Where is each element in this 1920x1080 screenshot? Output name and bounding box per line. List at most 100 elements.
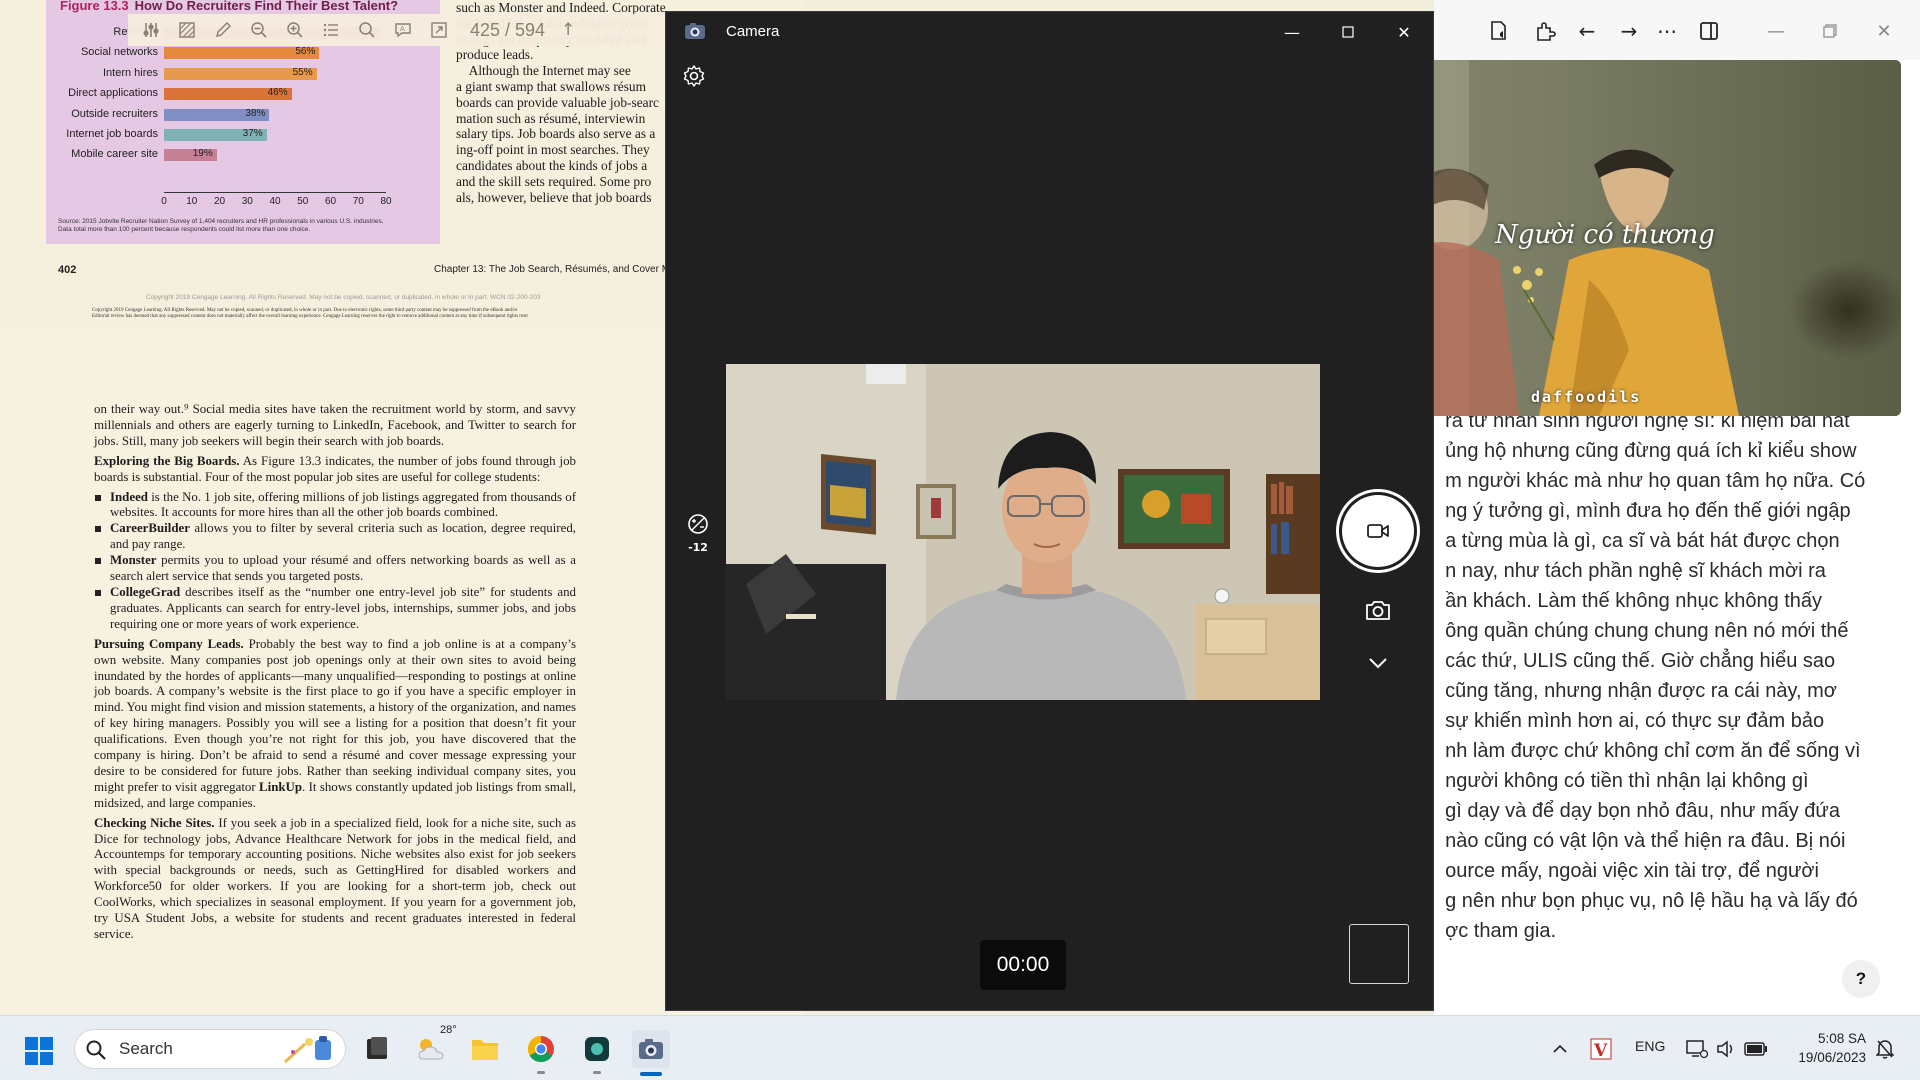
taskbar-chrome-icon[interactable] [522, 1030, 560, 1074]
forward-arrow-icon[interactable]: → [1616, 18, 1642, 44]
taskbar-weather-icon[interactable]: 28° [412, 1024, 457, 1068]
battery-icon[interactable] [1744, 1016, 1768, 1080]
article-line: ng ý tưởng gì, mình đưa họ đến thế giới … [1434, 500, 1851, 522]
list-item-name: CareerBuilder [110, 521, 190, 536]
active-indicator [640, 1072, 662, 1076]
bar-value-label: 56% [295, 46, 316, 58]
more-options-icon[interactable]: ⋯ [1654, 18, 1680, 44]
network-icon[interactable] [1686, 1016, 1708, 1080]
taskbar-app-icon[interactable] [578, 1030, 616, 1074]
restore-icon[interactable] [1810, 18, 1850, 44]
bar-row: Internet job boards 37% [0, 128, 440, 142]
help-button[interactable]: ? [1842, 960, 1880, 998]
list-item: Monster permits you to upload your résum… [94, 553, 576, 585]
input-language[interactable]: ENG [1635, 1038, 1665, 1054]
taskbar-camera-icon[interactable] [632, 1030, 670, 1076]
page-indicator[interactable]: 425 / 594 [470, 20, 545, 41]
bar: 37% [164, 128, 267, 141]
read-aloud-icon[interactable]: A [390, 17, 416, 43]
chapter-footer: Chapter 13: The Job Search, Résumés, and… [434, 264, 671, 275]
windows-start-icon[interactable] [24, 1036, 54, 1066]
maximize-icon[interactable] [1320, 12, 1376, 52]
system-clock[interactable]: 5:08 SA 19/06/2023 [1786, 1029, 1866, 1067]
back-arrow-icon[interactable]: ← [1574, 18, 1600, 44]
notifications-bell-icon[interactable] [1876, 1016, 1894, 1080]
bar-row: Direct applications 46% [0, 87, 440, 101]
copyright-fineprint-line: Editorial review has deemed that any sup… [92, 314, 529, 319]
article-line: a từng mùa là gì, ca sĩ và bát hát được … [1434, 530, 1840, 552]
window-title: Camera [726, 23, 780, 40]
x-tick-label: 0 [161, 196, 167, 207]
section-heading: Checking Niche Sites. [94, 815, 215, 830]
volume-icon[interactable] [1716, 1016, 1736, 1080]
article-line: m người khác mà như họ quan tâm họ nữa. … [1434, 470, 1866, 492]
draw-pen-icon[interactable] [210, 17, 236, 43]
article-line: cũng tăng, nhưng nhận được ra cái này, m… [1434, 680, 1837, 702]
list-item: Indeed is the No. 1 job site, offering m… [94, 490, 576, 522]
taskbar-search-box[interactable]: Search [74, 1029, 346, 1069]
section-heading: Exploring the Big Boards. [94, 453, 240, 468]
record-video-button[interactable] [1336, 489, 1420, 573]
show-hidden-icons-chevron-up-icon[interactable] [1552, 1016, 1568, 1080]
last-capture-thumbnail[interactable] [1349, 924, 1409, 984]
pdf-body-text: on their way out.⁹ Social media sites ha… [94, 402, 576, 947]
camera-viewfinder[interactable] [726, 364, 1320, 700]
running-indicator [537, 1071, 545, 1074]
article-line: g nên như bọn phục vụ, nô lệ hầu hạ và l… [1434, 890, 1858, 912]
zoom-in-icon[interactable] [282, 17, 308, 43]
read-aloud-doc-icon[interactable] [1486, 18, 1512, 44]
record-video-inner [1342, 495, 1414, 567]
list-item-text: permits you to upload your résumé and of… [110, 553, 576, 584]
bar-value-label: 37% [242, 128, 263, 139]
weather-temperature: 28° [440, 1024, 457, 1036]
paragraph-text: Probably the best way to find a job onli… [94, 636, 576, 794]
vietkey-tray-icon[interactable]: V [1590, 1016, 1612, 1080]
figure-number: Figure 13.3 [60, 0, 129, 13]
fit-page-icon[interactable] [426, 17, 452, 43]
bar-label: Outside recruiters [71, 107, 158, 120]
minimize-icon[interactable]: — [1264, 12, 1320, 52]
article-line: ần khách. Làm thế không nhục không thấy [1434, 590, 1823, 612]
close-icon[interactable]: ✕ [1376, 12, 1432, 52]
camera-titlebar: Camera — ✕ [666, 12, 1433, 52]
filter-icon[interactable] [138, 17, 164, 43]
arrow-up-icon[interactable]: ↑ [555, 17, 581, 43]
zoom-out-icon[interactable] [246, 17, 272, 43]
exposure-icon [688, 514, 708, 534]
close-icon[interactable]: ✕ [1864, 18, 1904, 44]
x-axis [164, 192, 386, 193]
article-line: ông quần chúng chung chung nên nó mới th… [1434, 620, 1849, 642]
bar-label: Intern hires [102, 66, 158, 79]
bar: 56% [164, 46, 320, 60]
article-line: gì dạy và để dạy bọn nhỏ đâu, như mấy đứ… [1434, 800, 1840, 822]
chevron-down-icon[interactable] [1366, 654, 1390, 672]
article-line: nào cũng có vật lộn và thể hiện ra đâu. … [1434, 830, 1846, 852]
exposure-control[interactable]: -12 [683, 513, 713, 554]
extensions-icon[interactable] [1532, 18, 1558, 44]
section-heading: Pursuing Company Leads. [94, 636, 244, 651]
bar: 46% [164, 87, 292, 101]
paragraph: Checking Niche Sites. If you seek a job … [94, 816, 576, 943]
taskbar-app-dark-window[interactable] [358, 1030, 396, 1068]
list-item-name: Monster [110, 553, 157, 568]
bar-label: Internet job boards [66, 128, 158, 140]
minimize-icon[interactable]: — [1756, 18, 1796, 44]
list-item-name: CollegeGrad [110, 584, 181, 599]
x-tick-label: 80 [380, 196, 392, 207]
taskbar-file-explorer-icon[interactable] [466, 1030, 504, 1068]
running-indicator [593, 1071, 601, 1074]
settings-gear-icon[interactable] [682, 64, 706, 88]
recording-timer: 00:00 [980, 940, 1066, 990]
photo-mode-camera-icon[interactable] [1364, 598, 1392, 622]
search-icon[interactable] [354, 17, 380, 43]
x-tick-label: 10 [186, 196, 198, 207]
camera-window[interactable]: Camera — ✕ -12 00:00 [665, 11, 1434, 1011]
copyright-fineprint: Copyright 2019 Cengage Learning. All Rig… [92, 308, 528, 320]
article-line: ợc tham gia. [1434, 920, 1557, 942]
list-item-text: is the No. 1 job site, offering millions… [110, 489, 576, 520]
highlight-icon[interactable] [174, 17, 200, 43]
svg-text:A: A [400, 25, 405, 33]
sidebar-toggle-icon[interactable] [1696, 18, 1722, 44]
figure-title-text: How Do Recruiters Find Their Best Talent… [134, 0, 399, 13]
contents-list-icon[interactable] [318, 17, 344, 43]
